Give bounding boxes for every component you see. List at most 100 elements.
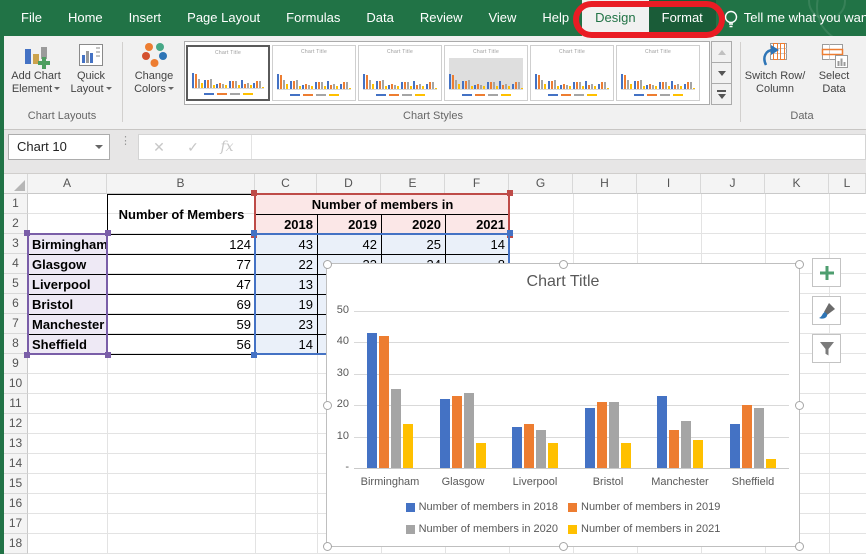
row-header-7[interactable]: 7 [4,314,28,334]
bar-glasgow-2020[interactable] [464,393,474,468]
cancel-icon[interactable]: ✕ [145,135,173,159]
column-header-k[interactable]: K [765,174,829,194]
row-header-13[interactable]: 13 [4,434,28,454]
categories-selection-handle[interactable] [24,352,30,358]
bar-sheffield-2021[interactable] [766,459,776,468]
quick-layout-button[interactable]: Quick Layout [66,40,116,96]
cell-value[interactable]: 14 [445,234,510,255]
row-header-12[interactable]: 12 [4,414,28,434]
enter-check-icon[interactable]: ✓ [179,135,207,159]
cell-value[interactable]: 23 [255,314,318,335]
row-header-18[interactable]: 18 [4,534,28,554]
column-header-f[interactable]: F [445,174,509,194]
tab-design[interactable]: Design [582,0,649,36]
cell-total-manchester[interactable]: 59 [107,314,256,335]
legend-item[interactable]: Number of members in 2021 [568,523,720,535]
chart-styles-button[interactable] [812,296,841,325]
x-axis-label-birmingham[interactable]: Birmingham [354,476,426,490]
cell-value[interactable]: 14 [255,334,318,355]
chart-filters-button[interactable] [812,334,841,363]
tell-me-search[interactable]: Tell me what you want to [744,0,866,36]
bar-sheffield-2018[interactable] [730,424,740,468]
x-axis-label-sheffield[interactable]: Sheffield [717,476,789,490]
row-header-4[interactable]: 4 [4,254,28,274]
tab-insert[interactable]: Insert [116,0,175,36]
row-header-17[interactable]: 17 [4,514,28,534]
bar-bristol-2021[interactable] [621,443,631,468]
bar-bristol-2020[interactable] [609,402,619,468]
bar-glasgow-2018[interactable] [440,399,450,468]
row-header-16[interactable]: 16 [4,494,28,514]
cell-value[interactable]: 19 [255,294,318,315]
cell-year-2020[interactable]: 2020 [381,214,446,235]
bar-bristol-2019[interactable] [597,402,607,468]
formula-input[interactable] [257,135,865,159]
cell-city-glasgow[interactable]: Glasgow [28,254,108,275]
cell-city-liverpool[interactable]: Liverpool [28,274,108,295]
chart-style-thumbnail[interactable]: Chart Title [444,45,528,101]
formula-bar-handle[interactable]: ⋮ [120,136,131,156]
row-header-10[interactable]: 10 [4,374,28,394]
bar-manchester-2019[interactable] [669,430,679,468]
cell-value[interactable]: 25 [381,234,446,255]
bar-manchester-2020[interactable] [681,421,691,468]
tab-review[interactable]: Review [407,0,476,36]
switch-row-column-button[interactable]: Switch Row/ Column [744,40,806,96]
chart-resize-handle[interactable] [559,260,568,269]
tab-home[interactable]: Home [55,0,116,36]
tab-format[interactable]: Format [648,0,716,36]
column-header-i[interactable]: I [637,174,701,194]
cell-c1-merged-header[interactable]: Number of members in [255,194,510,215]
bar-liverpool-2021[interactable] [548,443,558,468]
categories-selection-handle[interactable] [105,352,111,358]
bar-manchester-2021[interactable] [693,440,703,468]
x-axis-label-bristol[interactable]: Bristol [572,476,644,490]
row-header-1[interactable]: 1 [4,194,28,214]
values-selection-handle[interactable] [251,230,257,236]
chart-resize-handle[interactable] [323,401,332,410]
column-header-j[interactable]: J [701,174,765,194]
cell-b1-members-header[interactable]: Number of Members [107,194,256,235]
bar-birmingham-2018[interactable] [367,333,377,468]
tab-view[interactable]: View [475,0,529,36]
column-header-h[interactable]: H [573,174,637,194]
tab-file[interactable]: File [8,0,55,36]
cell-city-birmingham[interactable]: Birmingham [28,234,108,255]
chart-resize-handle[interactable] [795,542,804,551]
bar-liverpool-2020[interactable] [536,430,546,468]
name-box[interactable]: Chart 10 [8,134,110,160]
gallery-scroll-up-button[interactable] [711,41,732,63]
chart-style-thumbnail[interactable]: Chart Title [272,45,356,101]
tab-data[interactable]: Data [353,0,406,36]
row-header-15[interactable]: 15 [4,474,28,494]
row-header-8[interactable]: 8 [4,334,28,354]
chart-resize-handle[interactable] [795,401,804,410]
embedded-chart[interactable]: Chart Title -10 20 30 40 50 Birmingham Glasgow… [323,260,804,551]
chart-style-thumbnail[interactable]: Chart Title [616,45,700,101]
column-header-e[interactable]: E [381,174,445,194]
bar-manchester-2018[interactable] [657,396,667,468]
gallery-more-button[interactable] [711,84,732,105]
row-header-6[interactable]: 6 [4,294,28,314]
column-header-a[interactable]: A [28,174,107,194]
bar-glasgow-2019[interactable] [452,396,462,468]
cell-value[interactable]: 42 [317,234,382,255]
column-header-d[interactable]: D [317,174,381,194]
cell-total-liverpool[interactable]: 47 [107,274,256,295]
cell-city-bristol[interactable]: Bristol [28,294,108,315]
cell-value[interactable]: 13 [255,274,318,295]
column-header-l[interactable]: L [829,174,866,194]
legend-item[interactable]: Number of members in 2018 [405,501,558,513]
bar-sheffield-2020[interactable] [754,408,764,468]
bar-glasgow-2021[interactable] [476,443,486,468]
gallery-scroll-down-button[interactable] [711,63,732,84]
cell-total-sheffield[interactable]: 56 [107,334,256,355]
cell-year-2018[interactable]: 2018 [255,214,318,235]
row-header-5[interactable]: 5 [4,274,28,294]
chart-resize-handle[interactable] [323,542,332,551]
chart-resize-handle[interactable] [795,260,804,269]
bar-liverpool-2019[interactable] [524,424,534,468]
cell-total-birmingham[interactable]: 124 [107,234,256,255]
categories-selection-handle[interactable] [105,230,111,236]
cell-city-sheffield[interactable]: Sheffield [28,334,108,355]
